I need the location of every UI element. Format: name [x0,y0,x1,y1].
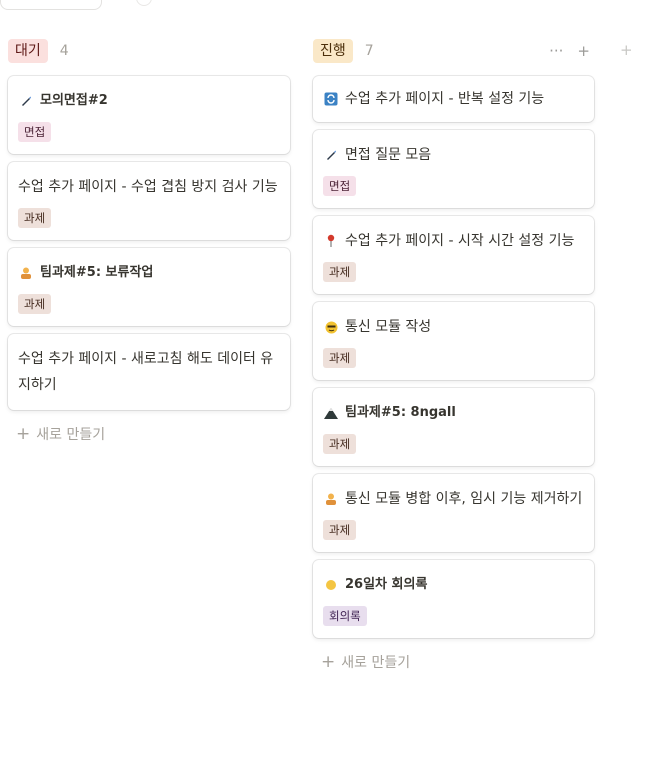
card-tag: 과제 [323,348,357,368]
board-card[interactable]: 수업 추가 페이지 - 시작 시간 설정 기능 과제 [313,216,594,294]
new-card-button[interactable]: + 새로 만들기 [313,646,594,678]
card-tag: 회의록 [323,606,367,626]
person-icon [323,491,339,507]
board-column-progress: 진행 7 ··· + 수업 추가 페이지 - 반복 설정 기능 면접 질문 모음… [313,38,594,678]
card-count: 4 [59,43,69,59]
card-title: 통신 모듈 작성 [345,319,432,335]
mountain-icon [323,405,339,421]
status-badge[interactable]: 대기 [8,39,48,63]
status-badge[interactable]: 진행 [313,39,353,63]
card-title: 팀과제#5: 8ngall [345,405,456,420]
new-card-label: 새로 만들기 [341,655,411,671]
card-title: 수업 추가 페이지 - 수업 겹침 방지 검사 기능 [18,179,278,195]
board-card[interactable]: 수업 추가 페이지 - 수업 겹침 방지 검사 기능 과제 [8,162,290,240]
view-option[interactable] [136,0,152,6]
board-card[interactable]: 면접 질문 모음 면접 [313,130,594,208]
board-card[interactable]: 모의면접#2 면접 [8,76,290,154]
more-icon[interactable]: ··· [549,41,563,61]
column-header: 대기 4 [8,38,290,64]
board-card[interactable]: 팀과제#5: 보류작업 과제 [8,248,290,326]
board-card[interactable]: 26일차 회의록 회의록 [313,560,594,638]
repeat-icon [323,91,339,107]
card-tag: 과제 [18,294,52,314]
card-title: 수업 추가 페이지 - 새로고침 해도 데이터 유지하기 [18,351,274,393]
card-title: 26일차 회의록 [345,577,428,592]
pin-icon [323,233,339,249]
face-icon [323,319,339,335]
hand-icon [323,577,339,593]
board-card[interactable]: 통신 모듈 병합 이후, 임시 기능 제거하기 과제 [313,474,594,552]
new-card-button[interactable]: + 새로 만들기 [8,418,290,450]
board-card[interactable]: 수업 추가 페이지 - 반복 설정 기능 [313,76,594,122]
board-card[interactable]: 통신 모듈 작성 과제 [313,302,594,380]
pen-icon [323,147,339,163]
column-header: 진행 7 ··· + [313,38,594,64]
card-title: 수업 추가 페이지 - 시작 시간 설정 기능 [345,233,575,249]
plus-icon: + [321,652,336,672]
card-tag: 면접 [323,176,357,196]
card-tag: 면접 [18,122,52,142]
board-column-todo: 대기 4 모의면접#2 면접 수업 추가 페이지 - 수업 겹침 방지 검사 기… [8,38,290,450]
person-icon [18,265,34,281]
new-card-label: 새로 만들기 [36,427,106,443]
card-title: 팀과제#5: 보류작업 [40,265,154,280]
plus-icon: + [16,424,31,444]
card-title: 수업 추가 페이지 - 반복 설정 기능 [345,91,545,107]
card-title: 면접 질문 모음 [345,147,432,163]
card-tag: 과제 [323,262,357,282]
card-title: 통신 모듈 병합 이후, 임시 기능 제거하기 [345,491,583,507]
view-selector[interactable] [0,0,102,10]
board-card[interactable]: 수업 추가 페이지 - 새로고침 해도 데이터 유지하기 [8,334,290,410]
card-tag: 과제 [18,208,52,228]
board-card[interactable]: 팀과제#5: 8ngall 과제 [313,388,594,466]
card-count: 7 [364,43,374,59]
card-tag: 과제 [323,434,357,454]
add-card-icon[interactable]: + [577,41,590,61]
card-tag: 과제 [323,520,357,540]
add-group-icon[interactable]: + [620,41,633,59]
card-title: 모의면접#2 [40,93,108,108]
pen-icon [18,93,34,109]
